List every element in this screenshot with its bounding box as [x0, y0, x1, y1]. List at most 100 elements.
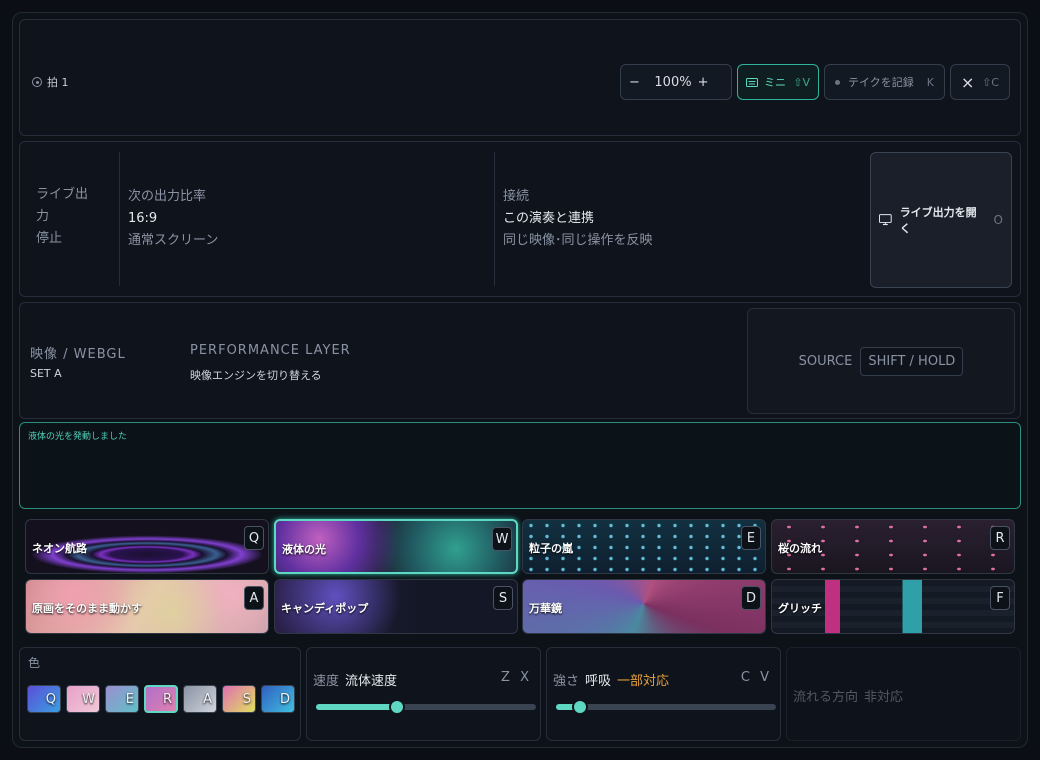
preset-label: 液体の光 — [282, 543, 326, 556]
engine-set: SET A — [30, 367, 62, 380]
layer-description: 映像エンジンを切り替える — [190, 369, 322, 382]
preset-sakura-flow[interactable]: 桜の流れ R — [771, 519, 1015, 574]
connection: 接続 この演奏と連携 同じ映像･同じ操作を反映 — [503, 186, 653, 252]
connection-heading: 接続 — [503, 189, 530, 204]
strength-header: 強さ 呼吸 一部対応 — [553, 670, 669, 689]
monitor-icon — [879, 214, 892, 226]
output-ratio: 次の出力比率 16:9 通常スクリーン — [128, 186, 218, 252]
live-output-status: ライブ出力 停止 — [36, 184, 100, 250]
preset-shortcut: E — [741, 526, 761, 550]
strength-thumb[interactable] — [572, 699, 589, 715]
direction-value: 非対応 — [864, 690, 904, 705]
record-icon — [835, 79, 840, 85]
performance-panel: 映像 / WEBGL SET A PERFORMANCE LAYER 映像エンジ… — [19, 302, 1021, 419]
beat-label: 拍 1 — [47, 76, 69, 89]
preset-kaleidoscope[interactable]: 万華鏡 D — [522, 579, 766, 634]
preset-shortcut: W — [492, 527, 512, 551]
swatch-key: R — [162, 691, 172, 707]
preset-label: 万華鏡 — [529, 602, 562, 615]
preset-neon-route[interactable]: ネオン航路 Q — [25, 519, 269, 574]
live-output-label: ライブ出力 — [36, 187, 89, 224]
preset-shortcut: A — [244, 586, 264, 610]
engine-title: 映像 / WEBGL — [30, 347, 126, 362]
mini-button[interactable]: ミニ ⇧V — [737, 64, 819, 100]
preset-label: 桜の流れ — [778, 542, 822, 555]
source-box[interactable]: SOURCE SHIFT / HOLD — [747, 308, 1015, 414]
swatch-key: A — [203, 691, 212, 707]
preset-animate-original[interactable]: 原画をそのまま動かす A — [25, 579, 269, 634]
swatch-key: E — [125, 691, 134, 707]
top-bar: 拍 1 − 100% + ミニ ⇧V テイクを記録 K × ⇧C — [19, 19, 1021, 136]
preset-shortcut: S — [493, 586, 513, 610]
color-swatch-r[interactable]: R — [144, 685, 178, 713]
preset-shortcut: R — [990, 526, 1010, 550]
record-shortcut: K — [926, 75, 934, 89]
zoom-value: 100% — [654, 74, 692, 90]
color-swatch-w[interactable]: W — [66, 685, 100, 713]
color-swatch-e[interactable]: E — [105, 685, 139, 713]
strength-support-badge: 一部対応 — [617, 674, 670, 689]
divider — [494, 152, 495, 286]
speed-control: 速度 流体速度 Z X — [306, 647, 541, 741]
preset-glitch[interactable]: グリッチ F — [771, 579, 1015, 634]
color-swatch-s[interactable]: S — [222, 685, 256, 713]
color-label: 色 — [28, 656, 41, 670]
open-live-output-label: ライブ出力を開く — [899, 206, 977, 235]
preset-label: キャンディポップ — [281, 602, 369, 615]
zoom-control: − 100% + — [620, 64, 732, 100]
color-swatch-d[interactable]: D — [261, 685, 295, 713]
connection-note: 同じ映像･同じ操作を反映 — [503, 233, 653, 248]
keyboard-icon — [746, 77, 758, 87]
status-message: 液体の光を発動しました — [28, 432, 128, 442]
speed-shortcuts: Z X — [501, 670, 532, 685]
swatch-key: S — [242, 691, 251, 707]
output-ratio-heading: 次の出力比率 — [128, 189, 207, 204]
status-message-panel: 液体の光を発動しました — [19, 422, 1021, 509]
swatch-key: W — [82, 691, 95, 707]
direction-control: 流れる方向 非対応 — [786, 647, 1021, 741]
zoom-in-button[interactable]: + — [698, 75, 709, 90]
live-output-state: 停止 — [36, 231, 63, 246]
layer-title: PERFORMANCE LAYER — [190, 343, 351, 358]
preset-label: ネオン航路 — [32, 542, 87, 555]
zoom-out-button[interactable]: − — [629, 75, 640, 90]
close-button[interactable]: × ⇧C — [950, 64, 1010, 100]
speed-slider[interactable] — [316, 699, 536, 715]
preset-shortcut: Q — [244, 526, 264, 550]
color-palette-panel: 色 Q W E R A S D — [19, 647, 301, 741]
output-ratio-note: 通常スクリーン — [128, 233, 219, 248]
strength-label: 強さ — [553, 674, 580, 689]
preset-label: 粒子の嵐 — [529, 542, 573, 555]
preset-liquid-light[interactable]: 液体の光 W — [274, 519, 518, 574]
mini-shortcut: ⇧V — [793, 75, 810, 89]
speed-label: 速度 — [313, 674, 340, 689]
strength-value: 呼吸 — [585, 674, 612, 689]
source-label: SOURCE — [798, 353, 853, 369]
output-ratio-value: 16:9 — [128, 211, 158, 226]
preset-particle-storm[interactable]: 粒子の嵐 E — [522, 519, 766, 574]
preset-shortcut: D — [741, 586, 761, 610]
color-swatch-q[interactable]: Q — [27, 685, 61, 713]
speed-thumb[interactable] — [389, 699, 406, 715]
strength-shortcuts: C V — [740, 670, 772, 685]
swatch-key: Q — [45, 691, 56, 707]
direction-header: 流れる方向 非対応 — [793, 686, 903, 705]
open-live-output-button[interactable]: ライブ出力を開く O — [870, 152, 1012, 288]
close-shortcut: ⇧C — [982, 75, 999, 89]
preset-grid: ネオン航路 Q 液体の光 W 粒子の嵐 E 桜の流れ R 原画をそのまま動かす … — [19, 514, 1021, 642]
record-take-button[interactable]: テイクを記録 K — [824, 64, 945, 100]
speed-value: 流体速度 — [345, 674, 398, 689]
mini-label: ミニ — [764, 76, 786, 89]
record-label: テイクを記録 — [848, 76, 914, 89]
preset-shortcut: F — [990, 586, 1010, 610]
speed-header: 速度 流体速度 — [313, 670, 397, 689]
color-swatch-a[interactable]: A — [183, 685, 217, 713]
strength-slider[interactable] — [556, 699, 776, 715]
source-shortcut-chip: SHIFT / HOLD — [860, 346, 964, 376]
swatch-key: D — [279, 691, 290, 707]
preset-candy-pop[interactable]: キャンディポップ S — [274, 579, 518, 634]
live-output-panel: ライブ出力 停止 次の出力比率 16:9 通常スクリーン 接続 この演奏と連携 … — [19, 141, 1021, 297]
divider — [119, 152, 120, 286]
preset-label: グリッチ — [778, 602, 822, 615]
strength-control: 強さ 呼吸 一部対応 C V — [546, 647, 781, 741]
